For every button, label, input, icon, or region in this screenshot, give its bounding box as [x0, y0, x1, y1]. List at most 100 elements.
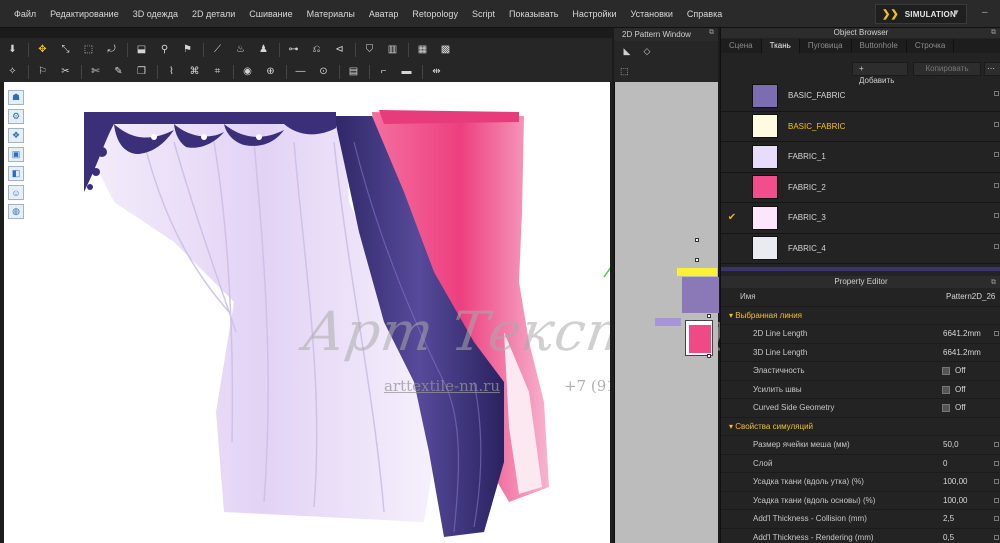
texture-icon[interactable]: ⌗	[209, 63, 226, 80]
zipper-tool-icon[interactable]: ▤	[345, 63, 362, 80]
section-title: ▾ Свойства симуляций	[729, 421, 814, 431]
layer-icon[interactable]: ❐	[133, 63, 150, 80]
grid-large-icon[interactable]: ▩	[437, 41, 454, 58]
copy-fabric-button[interactable]: Копировать	[913, 62, 981, 76]
object-browser-header: Object Browser ⧉	[721, 28, 1000, 38]
avatar-pose-icon[interactable]: ✧	[4, 63, 21, 80]
line-tool-icon[interactable]: ⟋	[209, 41, 226, 58]
menu-sewing[interactable]: Сшивание	[242, 0, 299, 28]
selected-line[interactable]	[677, 268, 717, 276]
simulation-mode-dropdown[interactable]: ❯❯ SIMULATION ▼	[875, 4, 967, 24]
menu-display[interactable]: Показывать	[502, 0, 565, 28]
property-row: Усадка ткани (вдоль основы) (%) 100,00	[721, 492, 1000, 510]
fabric-swatch	[752, 175, 778, 200]
curved-geometry-checkbox[interactable]	[942, 404, 950, 412]
transform-icon[interactable]: ⤡	[57, 41, 74, 58]
move-tool-icon[interactable]: ✥	[34, 41, 51, 58]
list-item[interactable]: FABRIC_1	[721, 142, 1000, 173]
property-value[interactable]: 0,5	[943, 533, 954, 542]
select-arrow-icon[interactable]: ⬇	[4, 41, 21, 58]
menu-settings[interactable]: Настройки	[565, 0, 623, 28]
topstitch-icon[interactable]: —	[292, 63, 309, 80]
seam-icon[interactable]: ⊲	[331, 41, 348, 58]
menu-2d-pattern[interactable]: 2D детали	[185, 0, 242, 28]
pattern-edit-icon[interactable]: ◇	[640, 44, 654, 58]
list-item[interactable]: FABRIC_4	[721, 234, 1000, 264]
pattern-piece-purple[interactable]	[682, 277, 719, 313]
list-item[interactable]: BASIC_FABRIC	[721, 112, 1000, 142]
pin-icon[interactable]: ⧉	[991, 28, 996, 38]
property-editor-title: Property Editor	[834, 277, 888, 286]
seam-line-icon[interactable]: ⌇	[163, 63, 180, 80]
property-value[interactable]: 100,00	[943, 496, 967, 505]
button-tool-icon[interactable]: ◉	[239, 63, 256, 80]
3d-viewport[interactable]: ☗ ⚙ ❖ ▣ ◧ ☺ ◍ Арт Текстиль arttextile-nn…	[0, 82, 745, 543]
menu-avatar[interactable]: Аватар	[362, 0, 406, 28]
pin-tool-icon[interactable]: ⚐	[34, 63, 51, 80]
pin-icon[interactable]: ⧉	[709, 29, 714, 37]
menu-script[interactable]: Script	[465, 0, 502, 28]
pattern-piece-lilac[interactable]	[655, 318, 681, 326]
list-item[interactable]: ✔ FABRIC_3	[721, 203, 1000, 234]
more-options-icon[interactable]: ⋯	[984, 62, 1000, 76]
tab-scene[interactable]: Сцена	[721, 39, 762, 53]
pattern-handle[interactable]	[707, 314, 711, 318]
box-select-icon[interactable]: ⬚	[80, 41, 97, 58]
arrange-icon[interactable]: ⬓	[133, 41, 150, 58]
elasticity-checkbox[interactable]	[942, 367, 950, 375]
pin-box-icon[interactable]: ✂	[57, 63, 74, 80]
tab-buttonhole[interactable]: Buttonhole	[852, 39, 907, 53]
pattern-rect-icon[interactable]: ⬚	[620, 66, 629, 77]
menu-3d-garment[interactable]: 3D одежда	[126, 0, 185, 28]
zipper-icon[interactable]: ▥	[384, 41, 401, 58]
pattern-icon[interactable]: ⌘	[186, 63, 203, 80]
strengthen-seams-checkbox[interactable]	[942, 385, 950, 394]
trim-icon[interactable]: ▬	[398, 63, 415, 80]
menu-edit[interactable]: Редактирование	[43, 0, 126, 28]
object-browser-title: Object Browser	[833, 28, 889, 37]
brush-icon[interactable]: ✎	[110, 63, 127, 80]
list-item[interactable]: FABRIC_2	[721, 173, 1000, 203]
menu-file[interactable]: Файл	[0, 0, 43, 28]
tab-fabric[interactable]: Ткань	[761, 39, 800, 53]
shirt-icon[interactable]: ♟	[255, 41, 272, 58]
property-value[interactable]: Pattern2D_26	[946, 292, 995, 301]
property-value[interactable]: 50,0	[943, 440, 959, 449]
pattern-handle[interactable]	[695, 258, 699, 262]
menu-materials[interactable]: Материалы	[300, 0, 362, 28]
buttonhole-icon[interactable]: ⊕	[262, 63, 279, 80]
fold-arrange-icon[interactable]: ⎌	[308, 41, 325, 58]
pin-icon[interactable]: ⚑	[179, 41, 196, 58]
object-browser-tabs: Сцена Ткань Пуговица Buttonhole Строчка	[721, 39, 1000, 53]
grid-icon[interactable]: ▦	[414, 41, 431, 58]
menu-retopology[interactable]: Retopology	[405, 0, 465, 28]
pattern-piece-pink[interactable]	[689, 325, 711, 353]
measure-icon[interactable]: ⊶	[285, 41, 302, 58]
add-fabric-button[interactable]: + Добавить	[852, 62, 908, 85]
list-item[interactable]: BASIC_FABRIC	[721, 81, 1000, 112]
minimize-icon[interactable]: –	[982, 8, 994, 20]
tape-icon[interactable]: ⌐	[375, 63, 392, 80]
property-value[interactable]: 6641.2mm	[943, 329, 981, 338]
property-value[interactable]: 100,00	[943, 477, 967, 486]
section-header[interactable]: ▾ Свойства симуляций	[721, 418, 1000, 436]
puckering-icon[interactable]: ⊙	[315, 63, 332, 80]
jacket-icon[interactable]: ⛉	[361, 41, 378, 58]
fold-icon[interactable]: ⤾	[103, 41, 120, 58]
tab-button[interactable]: Пуговица	[800, 39, 852, 53]
section-header[interactable]: ▾ Выбранная линия	[721, 307, 1000, 325]
garment-fit-icon[interactable]: ♨	[232, 41, 249, 58]
simulation-logo-icon: ❯❯	[882, 8, 899, 20]
menu-preferences[interactable]: Установки	[624, 0, 680, 28]
property-value[interactable]: 0	[943, 459, 947, 468]
cut-icon[interactable]: ✄	[87, 63, 104, 80]
tab-topstitch[interactable]: Строчка	[907, 39, 955, 53]
pattern-select-icon[interactable]: ◣	[620, 44, 634, 58]
menu-help[interactable]: Справка	[680, 0, 729, 28]
property-value[interactable]: 2,5	[943, 514, 954, 523]
2d-pattern-canvas[interactable]	[614, 82, 719, 543]
tack-icon[interactable]: ⚲	[156, 41, 173, 58]
pattern-handle[interactable]	[707, 354, 711, 358]
pattern-handle[interactable]	[695, 238, 699, 242]
snap-icon[interactable]: ⇹	[428, 63, 445, 80]
